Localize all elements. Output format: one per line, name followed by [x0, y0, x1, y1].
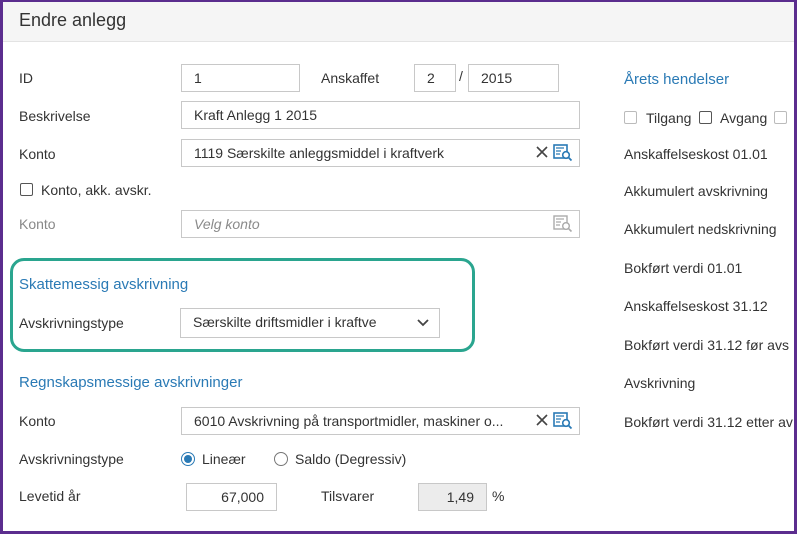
regnskap-title: Regnskapsmessige avskrivninger	[19, 374, 243, 391]
event-row: Bokført verdi 01.01	[624, 260, 743, 276]
event-row: Akkumulert avskrivning	[624, 183, 768, 199]
anskaffet-month-input[interactable]: 2	[414, 64, 456, 92]
levetid-input[interactable]: 67,000	[186, 483, 277, 511]
anskaffet-month-value: 2	[427, 70, 435, 86]
event-row: Bokført verdi 31.12 etter av	[624, 414, 793, 430]
lookup-icon-disabled	[553, 215, 573, 233]
anskaffet-separator: /	[459, 68, 463, 84]
regnskap-konto-label: Konto	[19, 413, 56, 429]
clear-icon[interactable]	[535, 145, 549, 159]
lookup-icon[interactable]	[553, 412, 573, 430]
tilgang-checkbox[interactable]	[624, 111, 637, 124]
anskaffet-year-value: 2015	[481, 70, 513, 86]
id-value: 1	[194, 70, 202, 86]
linear-radio[interactable]	[181, 452, 195, 466]
event-row: Anskaffelseskost 01.01	[624, 146, 768, 162]
konto2-placeholder: Velg konto	[194, 216, 260, 232]
regnskap-konto-input[interactable]: 6010 Avskrivning på transportmidler, mas…	[181, 407, 580, 435]
regnskap-konto-value: 6010 Avskrivning på transportmidler, mas…	[194, 413, 504, 429]
regnskap-type-label: Avskrivningstype	[19, 451, 124, 467]
konto-input[interactable]: 1119 Særskilte anleggsmiddel i kraftverk	[181, 139, 580, 167]
event-row: Bokført verdi 31.12 før avs	[624, 337, 789, 353]
skatt-type-label: Avskrivningstype	[19, 315, 124, 331]
skatt-type-select[interactable]: Særskilte driftsmidler i kraftve	[180, 308, 440, 338]
konto-label: Konto	[19, 146, 56, 162]
konto-value: 1119 Særskilte anleggsmiddel i kraftverk	[194, 145, 445, 161]
tilsvarer-value: 1,49	[446, 489, 474, 505]
id-label: ID	[19, 70, 33, 86]
tilsvarer-input: 1,49	[418, 483, 487, 511]
beskrivelse-value: Kraft Anlegg 1 2015	[194, 107, 317, 123]
konto-akk-label: Konto, akk. avskr.	[41, 182, 152, 198]
anskaffet-year-input[interactable]: 2015	[468, 64, 559, 92]
linear-label: Lineær	[202, 451, 246, 467]
konto2-input[interactable]: Velg konto	[181, 210, 580, 238]
saldo-radio[interactable]	[274, 452, 288, 466]
event-row: Akkumulert nedskrivning	[624, 221, 777, 237]
anskaffet-label: Anskaffet	[321, 70, 380, 86]
id-input[interactable]: 1	[181, 64, 300, 92]
dialog-header: Endre anlegg	[3, 2, 794, 42]
events-title: Årets hendelser	[624, 71, 730, 88]
event-row: Anskaffelseskost 31.12	[624, 298, 768, 314]
clear-icon[interactable]	[535, 413, 549, 427]
tilgang-label: Tilgang	[646, 110, 692, 126]
avgang-checkbox[interactable]	[699, 111, 712, 124]
beskrivelse-label: Beskrivelse	[19, 108, 91, 124]
levetid-label: Levetid år	[19, 488, 81, 504]
tilsvarer-label: Tilsvarer	[321, 488, 375, 504]
konto-akk-checkbox[interactable]	[20, 183, 33, 196]
levetid-value: 67,000	[221, 489, 264, 505]
skatt-type-value: Særskilte driftsmidler i kraftve	[193, 314, 377, 330]
konto2-label: Konto	[19, 216, 56, 232]
extra-checkbox[interactable]	[774, 111, 787, 124]
dialog-title: Endre anlegg	[19, 10, 127, 30]
event-row: Avskrivning	[624, 375, 696, 391]
chevron-down-icon	[417, 319, 429, 327]
saldo-label: Saldo (Degressiv)	[295, 451, 407, 467]
percent-label: %	[492, 488, 505, 504]
skatt-title: Skattemessig avskrivning	[19, 276, 189, 293]
beskrivelse-input[interactable]: Kraft Anlegg 1 2015	[181, 101, 580, 129]
avgang-label: Avgang	[720, 110, 768, 126]
lookup-icon[interactable]	[553, 144, 573, 162]
